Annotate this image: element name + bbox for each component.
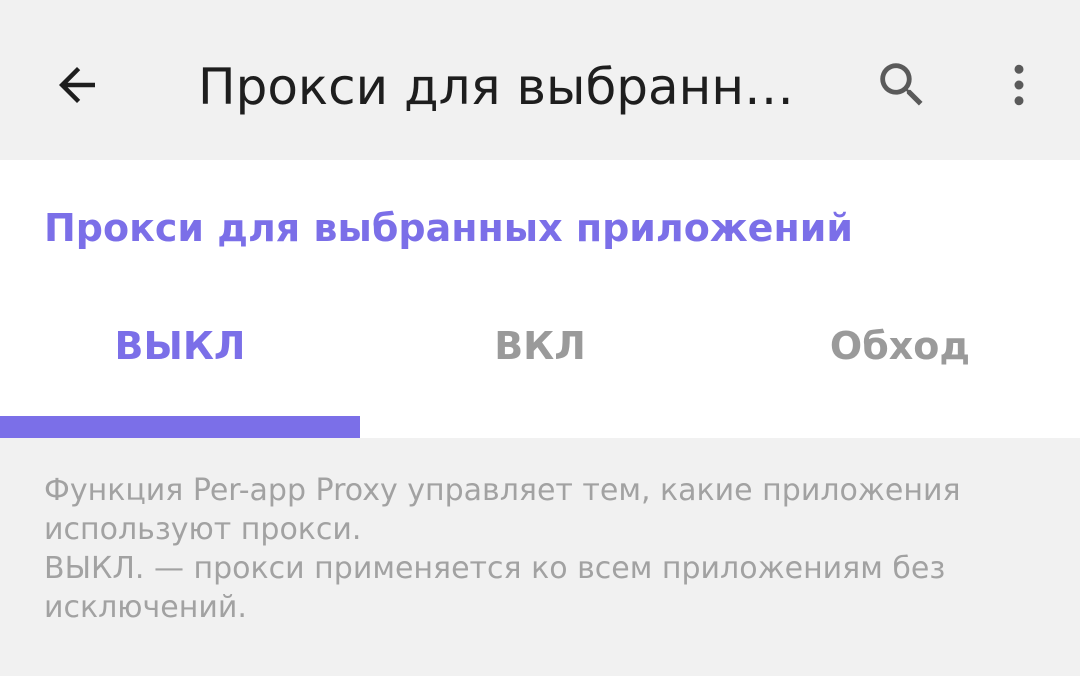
active-tab-indicator <box>0 416 360 438</box>
section-title: Прокси для выбранных приложений <box>44 206 853 250</box>
search-icon <box>880 63 923 106</box>
description-text: Функция Per-app Proxy управляет тем, как… <box>44 471 1034 627</box>
tab-bypass[interactable]: Обход <box>720 296 1080 396</box>
more-options-button[interactable] <box>971 37 1067 133</box>
back-button[interactable] <box>29 37 125 133</box>
description-line-2: ВЫКЛ. — прокси применяется ко всем прило… <box>44 551 946 625</box>
proxy-mode-card: Прокси для выбранных приложений ВЫКЛ ВКЛ… <box>0 160 1080 438</box>
more-vert-icon <box>1014 64 1024 106</box>
page-title: Прокси для выбранн… <box>198 58 795 116</box>
proxy-mode-tabs: ВЫКЛ ВКЛ Обход <box>0 296 1080 416</box>
app-bar: Прокси для выбранн… <box>0 0 1080 160</box>
description-line-1: Функция Per-app Proxy управляет тем, как… <box>44 473 961 547</box>
tab-off[interactable]: ВЫКЛ <box>0 296 360 396</box>
search-button[interactable] <box>854 37 950 133</box>
tab-on[interactable]: ВКЛ <box>360 296 720 396</box>
arrow-left-icon <box>59 67 95 103</box>
